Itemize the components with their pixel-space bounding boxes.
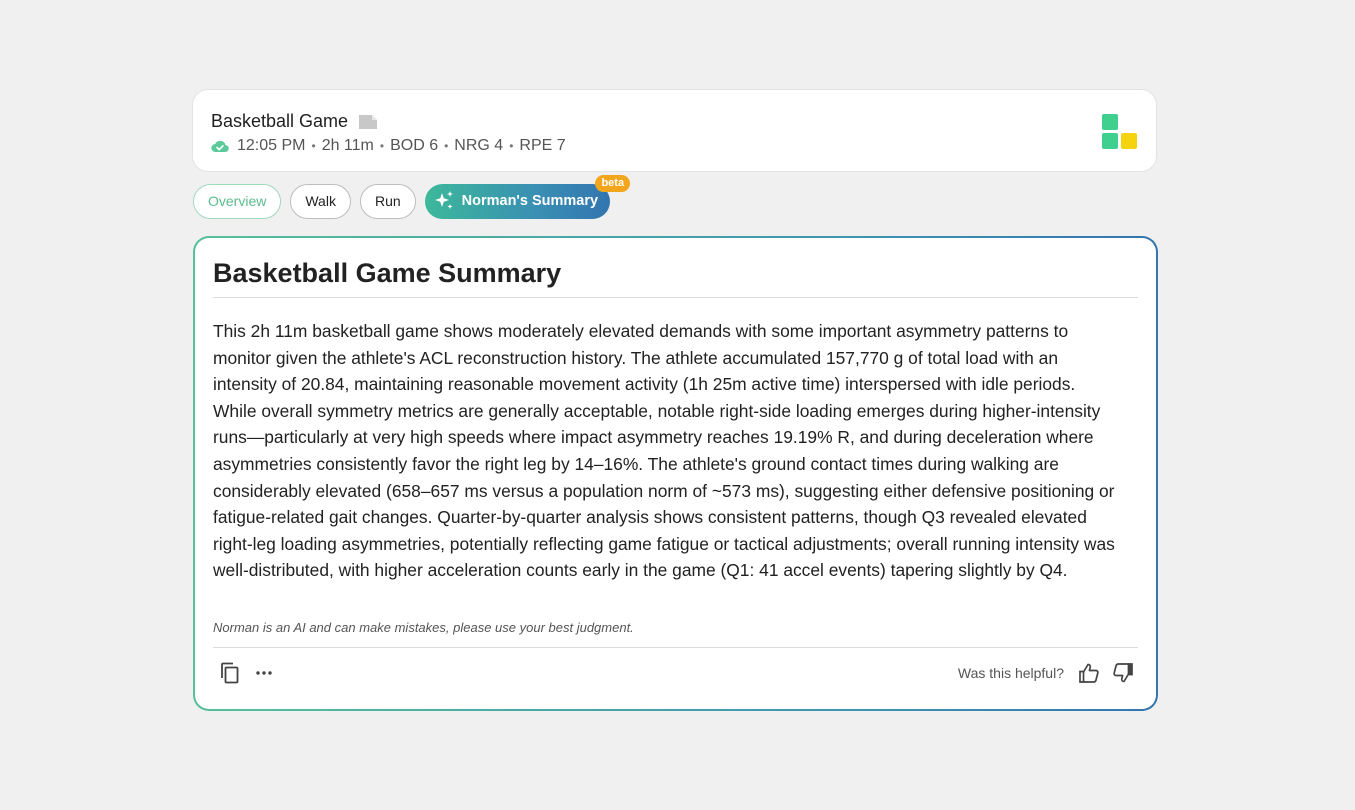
sparkle-icon bbox=[433, 190, 455, 212]
tab-walk[interactable]: Walk bbox=[290, 183, 351, 219]
divider bbox=[213, 647, 1138, 648]
tab-overview[interactable]: Overview bbox=[193, 183, 282, 219]
more-icon[interactable] bbox=[253, 662, 275, 684]
meta-separator: • bbox=[509, 139, 514, 153]
summary-actions bbox=[219, 662, 275, 684]
meta-time: 12:05 PM bbox=[237, 137, 306, 154]
summary-body: This 2h 11m basketball game shows modera… bbox=[213, 321, 1115, 581]
session-header-card: Basketball Game 12:05 PM • 2h 11m • BOD … bbox=[192, 89, 1157, 172]
tab-bar: Overview Walk Run Norman's Summary beta bbox=[193, 174, 631, 219]
copy-icon[interactable] bbox=[219, 662, 241, 684]
meta-separator: • bbox=[444, 139, 449, 153]
tab-run[interactable]: Run bbox=[359, 183, 416, 219]
summary-title: Basketball Game Summary bbox=[213, 258, 562, 288]
thumbs-down-icon[interactable] bbox=[1112, 662, 1134, 684]
session-meta: 12:05 PM • 2h 11m • BOD 6 • NRG 4 • RPE … bbox=[211, 137, 566, 155]
feedback-actions: Was this helpful? bbox=[958, 662, 1134, 684]
meta-separator: • bbox=[379, 139, 385, 153]
summary-card-inner: Basketball Game Summary This 2h 11m bask… bbox=[195, 238, 1156, 709]
tab-normans-summary-label: Norman's Summary bbox=[461, 193, 599, 209]
summary-card: Basketball Game Summary This 2h 11m bask… bbox=[193, 236, 1158, 711]
thumbs-up-icon[interactable] bbox=[1078, 662, 1100, 684]
divider bbox=[213, 297, 1138, 298]
session-title-row: Basketball Game bbox=[211, 111, 378, 132]
meta-nrg: NRG 4 bbox=[454, 137, 504, 154]
ai-disclaimer: Norman is an AI and can make mistakes, p… bbox=[213, 620, 634, 635]
cloud-check-icon bbox=[211, 139, 229, 153]
beta-badge: beta bbox=[595, 174, 631, 192]
session-title: Basketball Game bbox=[211, 111, 349, 131]
meta-bod: BOD 6 bbox=[390, 137, 439, 154]
meta-rpe: RPE 7 bbox=[519, 137, 566, 154]
tab-normans-summary[interactable]: Norman's Summary beta bbox=[424, 174, 631, 219]
helpful-label: Was this helpful? bbox=[957, 665, 1064, 681]
meta-separator: • bbox=[311, 139, 316, 153]
meta-duration: 2h 11m bbox=[321, 137, 374, 154]
note-icon[interactable] bbox=[358, 114, 378, 130]
brand-logo bbox=[1101, 113, 1139, 151]
